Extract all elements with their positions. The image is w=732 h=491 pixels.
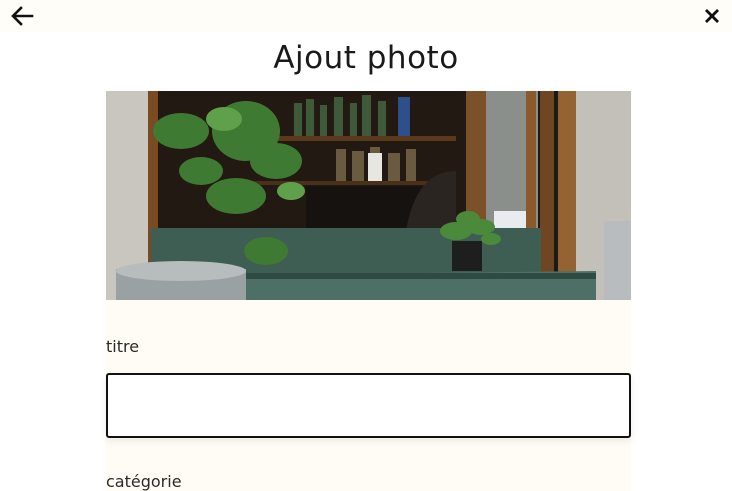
close-button[interactable] bbox=[698, 3, 726, 29]
close-icon bbox=[705, 9, 719, 23]
arrow-left-icon bbox=[11, 6, 34, 26]
back-button[interactable] bbox=[9, 3, 37, 29]
titre-input[interactable] bbox=[106, 373, 631, 438]
top-bar bbox=[0, 0, 732, 32]
page-title: Ajout photo bbox=[273, 40, 459, 76]
categorie-label: catégorie bbox=[106, 472, 182, 491]
photo-preview bbox=[106, 91, 631, 302]
titre-label: titre bbox=[106, 337, 140, 356]
